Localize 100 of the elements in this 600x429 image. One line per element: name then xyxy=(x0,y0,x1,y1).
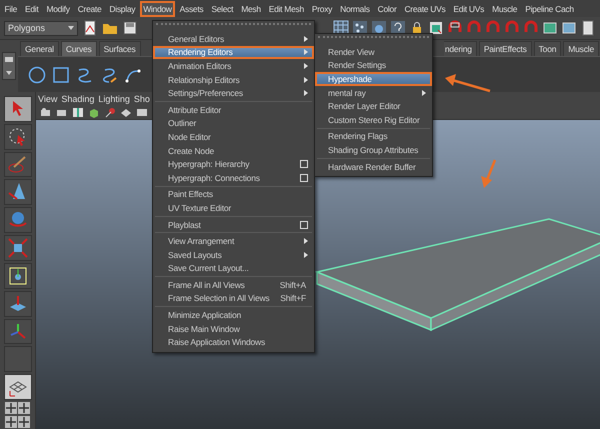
book-icon[interactable] xyxy=(72,106,84,118)
menu-item[interactable]: Hardware Render Buffer xyxy=(315,160,432,174)
menu-bar-item[interactable]: Proxy xyxy=(308,0,336,16)
option-box-icon[interactable] xyxy=(300,174,308,182)
shelf-tab[interactable]: Muscle xyxy=(563,41,599,56)
annotation-arrow xyxy=(445,74,490,92)
menu-item[interactable]: Shading Group Attributes xyxy=(315,143,432,157)
shortcut-label: Shift+A xyxy=(280,280,306,290)
document-icon[interactable] xyxy=(580,20,596,36)
tool-button[interactable] xyxy=(4,179,32,206)
menu-item[interactable]: Outliner xyxy=(153,116,314,130)
curve-icon[interactable] xyxy=(76,66,94,84)
plus-layout-icon[interactable] xyxy=(18,416,30,428)
tool-button[interactable] xyxy=(4,290,32,317)
menu-item[interactable]: Paint Effects xyxy=(153,188,314,202)
menu-item[interactable]: Relationship Editors xyxy=(153,72,314,86)
tab-icon xyxy=(5,57,13,62)
submenu-arrow-icon xyxy=(304,238,308,244)
plus-layout-icon[interactable] xyxy=(4,416,16,428)
window-icon[interactable] xyxy=(428,20,444,36)
menu-bar-item[interactable]: Mesh xyxy=(238,0,264,16)
menu-item[interactable]: Render Settings xyxy=(315,58,432,72)
menu-item[interactable]: View Arrangement xyxy=(153,234,314,248)
tool-button[interactable] xyxy=(4,124,32,150)
menu-item[interactable]: Create Node xyxy=(153,144,314,158)
menu-bar-item[interactable]: Create xyxy=(74,0,105,16)
menu-item[interactable]: Hypershade xyxy=(315,72,432,86)
tool-button[interactable] xyxy=(4,96,32,122)
menu-item[interactable]: Raise Application Windows xyxy=(153,335,314,350)
menu-item[interactable]: Render View xyxy=(315,45,432,59)
curve-icon[interactable] xyxy=(100,66,118,84)
menu-item[interactable]: Hypergraph: Hierarchy xyxy=(153,157,314,171)
layout-button[interactable] xyxy=(4,374,32,400)
menu-item[interactable]: Attribute Editor xyxy=(153,102,314,117)
menu-bar-item[interactable]: Window xyxy=(140,0,176,16)
window-icon[interactable] xyxy=(542,20,558,36)
submenu-arrow-icon xyxy=(304,62,308,69)
menu-item[interactable]: Minimize Application xyxy=(153,308,314,322)
menu-item[interactable]: General Editors xyxy=(153,32,314,46)
shelf-tab[interactable]: Toon xyxy=(534,41,562,56)
submenu-arrow-icon xyxy=(304,90,308,96)
menu-item[interactable]: Frame Selection in All Views Shift+F xyxy=(153,292,314,306)
tool-button[interactable] xyxy=(4,262,32,289)
menu-bar-item[interactable]: Modify xyxy=(42,0,74,16)
shelf-tab[interactable]: General xyxy=(20,41,59,56)
menu-bar-item[interactable]: Color xyxy=(374,0,400,16)
caret-icon xyxy=(68,26,74,30)
menu-bar-item[interactable]: Muscle xyxy=(488,0,521,16)
plus-layout-icon[interactable] xyxy=(4,402,16,414)
new-document-icon[interactable] xyxy=(82,20,98,36)
shelf-tab[interactable]: Surfaces xyxy=(98,41,141,56)
menu-bar-item[interactable]: File xyxy=(1,0,20,16)
menu-item[interactable]: mental ray xyxy=(315,86,432,100)
menu-item[interactable]: Rendering Flags xyxy=(315,130,432,144)
menu-bar-item[interactable]: Edit UVs xyxy=(450,0,488,16)
mode-dropdown[interactable]: Polygons xyxy=(4,20,78,36)
menu-bar-item[interactable]: Assets xyxy=(176,0,207,16)
plus-layout-icon[interactable] xyxy=(18,402,30,414)
menu-bar-item[interactable]: Edit xyxy=(22,0,42,16)
menu-item[interactable]: Settings/Preferences xyxy=(153,86,314,100)
menu-bar-item[interactable]: Pipeline Cach xyxy=(522,0,578,16)
option-box-icon[interactable] xyxy=(300,220,308,229)
menu-item[interactable]: Saved Layouts xyxy=(153,248,314,262)
panel-menu-item[interactable]: Lighting xyxy=(98,94,130,104)
panel-menu-item[interactable]: View xyxy=(38,94,58,104)
tool-button[interactable] xyxy=(4,235,32,261)
menu-item[interactable]: Raise Main Window xyxy=(153,322,314,336)
submenu-arrow-icon xyxy=(304,76,308,83)
menu-item[interactable]: Node Editor xyxy=(153,130,314,144)
pin-icon[interactable] xyxy=(104,106,116,118)
menu-bar-item[interactable]: Normals xyxy=(336,0,374,16)
menu-item[interactable]: Custom Stereo Rig Editor xyxy=(315,112,432,127)
menu-item[interactable]: Render Layer Editor xyxy=(315,99,432,113)
shelf-tab[interactable]: ndering xyxy=(444,41,477,56)
submenu-arrow-icon xyxy=(304,36,308,42)
submenu-arrow-icon xyxy=(422,90,426,96)
menu-bar-item[interactable]: Edit Mesh xyxy=(265,0,308,16)
square-icon[interactable] xyxy=(52,66,70,84)
menu-item[interactable]: Playblast xyxy=(153,218,314,232)
menu-bar-item[interactable]: Display xyxy=(106,0,139,16)
menu-bar-item[interactable]: Select xyxy=(208,0,237,16)
menu-item[interactable]: Animation Editors xyxy=(153,59,314,73)
menu-item[interactable]: Hypergraph: Connections xyxy=(153,170,314,185)
window-icon[interactable] xyxy=(561,20,577,36)
shelf-tab[interactable]: PaintEffects xyxy=(478,41,532,56)
option-box-icon[interactable] xyxy=(300,160,308,168)
panel-menu-item[interactable]: Sho xyxy=(134,94,150,104)
menu-item[interactable]: Frame All in All Views Shift+A xyxy=(153,278,314,292)
shelf-menu-button[interactable] xyxy=(2,52,16,80)
shelf-tab[interactable]: Curves xyxy=(60,41,97,56)
menu-item[interactable]: Save Current Layout... xyxy=(153,262,314,276)
panel-menu-item[interactable]: Shading xyxy=(61,94,94,104)
annotation-arrow xyxy=(481,160,496,188)
caret-icon xyxy=(6,70,12,75)
menu-bar-item[interactable]: Create UVs xyxy=(400,0,449,16)
circle-icon[interactable] xyxy=(28,66,46,84)
submenu-arrow-icon xyxy=(304,252,308,258)
menu-item[interactable]: UV Texture Editor xyxy=(153,201,314,215)
bounding-box-icon xyxy=(6,264,28,287)
menu-item[interactable]: Rendering Editors xyxy=(153,46,314,60)
